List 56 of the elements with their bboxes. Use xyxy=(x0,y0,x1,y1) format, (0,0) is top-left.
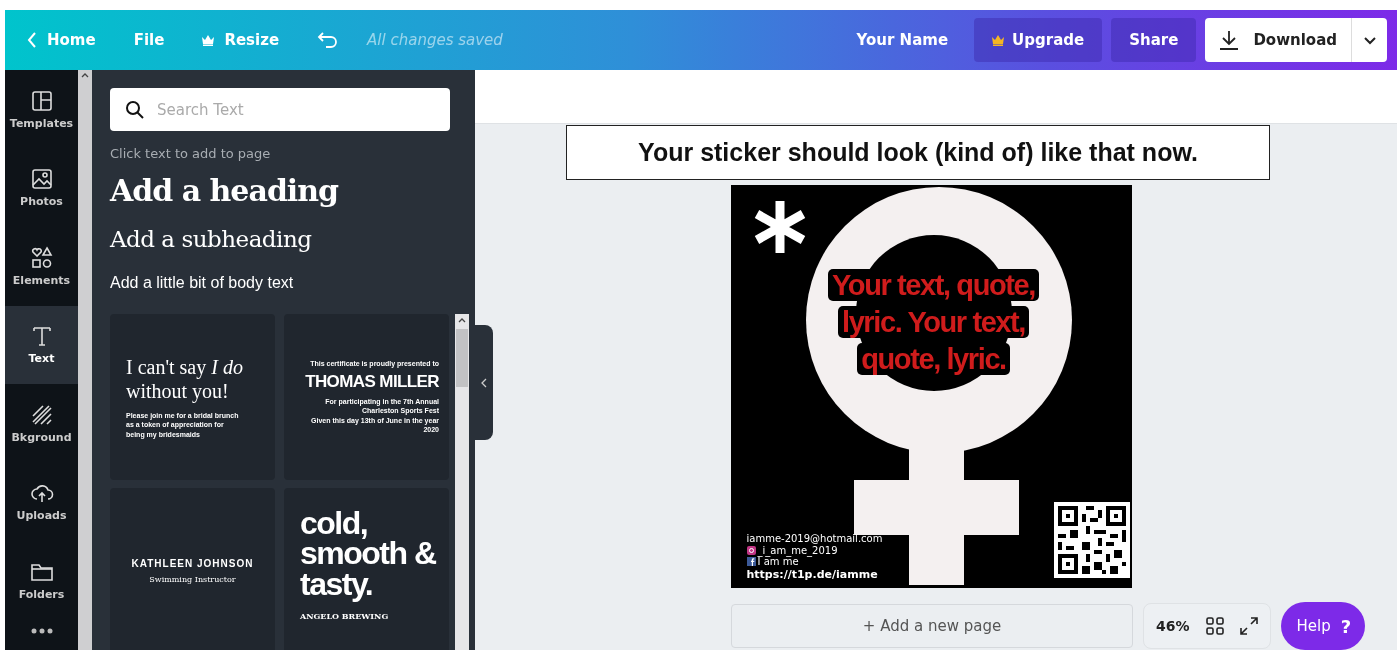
user-name[interactable]: Your Name xyxy=(856,31,949,49)
add-heading-text[interactable]: Add a heading xyxy=(110,173,475,208)
crown-icon xyxy=(202,34,215,46)
caret-up-icon xyxy=(458,318,466,323)
hint-text: Click text to add to page xyxy=(110,146,272,161)
layout-icon xyxy=(29,88,54,113)
search-field[interactable]: Search Text xyxy=(110,88,450,131)
download-icon xyxy=(1219,30,1240,50)
help-button[interactable]: Help ? xyxy=(1280,602,1366,650)
save-status: All changes saved xyxy=(367,31,503,49)
sidebar-item[interactable]: Folders xyxy=(5,541,78,620)
scrollbar-thumb[interactable] xyxy=(456,329,468,387)
shapes-icon xyxy=(29,245,54,270)
caption-text-box[interactable]: Your sticker should look (kind of) like that now. xyxy=(566,125,1270,180)
template-line: ANGELO BREWING xyxy=(300,611,390,622)
upgrade-button[interactable]: Upgrade xyxy=(974,18,1103,62)
download-options-button[interactable] xyxy=(1351,18,1387,62)
chevron-down-icon xyxy=(1363,36,1376,45)
template-title: I can't say I do without you! xyxy=(126,354,244,403)
sticker-design[interactable]: Your text, quote, lyric. Your text, quote, lyric. iamme-2019@hotmail.com _i_am_me_2019 I am me https://t1p.de/iamme xyxy=(730,185,1132,588)
facebook-name: I am me xyxy=(757,556,799,568)
fullscreen-icon[interactable] xyxy=(1239,617,1258,635)
email-text: iamme-2019@hotmail.com xyxy=(746,533,883,545)
text-template-card[interactable]: KATHLEEN JOHNSON Swimming Instructor xyxy=(110,488,275,650)
add-page-button[interactable]: + Add a new page xyxy=(731,604,1133,648)
template-title: cold, smooth & tasty. xyxy=(300,508,437,600)
scrollbar[interactable] xyxy=(455,314,469,650)
add-body-text[interactable]: Add a little bit of body text xyxy=(110,274,475,292)
grid-view-icon[interactable] xyxy=(1205,617,1224,635)
template-line: Swimming Instructor xyxy=(149,575,236,584)
chevron-left-icon xyxy=(27,31,37,49)
text-template-card[interactable]: cold, smooth & tasty. ANGELO BREWING xyxy=(284,488,449,650)
sidebar-item[interactable]: Text xyxy=(5,305,78,384)
sidebar-item[interactable]: Photos xyxy=(5,148,78,227)
caret-up-icon xyxy=(81,73,89,78)
add-subheading-text[interactable]: Add a subheading xyxy=(110,226,475,252)
zoom-level[interactable]: 46% xyxy=(1156,618,1190,634)
sidebar-item[interactable]: Templates xyxy=(5,70,78,149)
instagram-handle: _i_am_me_2019 xyxy=(757,544,838,556)
crown-icon xyxy=(992,34,1005,46)
undo-icon[interactable] xyxy=(317,31,340,49)
more-icon[interactable] xyxy=(30,627,53,634)
instagram-icon xyxy=(746,545,756,555)
url-text: https://t1p.de/iamme xyxy=(746,568,879,580)
image-icon xyxy=(29,167,54,192)
share-button[interactable]: Share xyxy=(1111,18,1197,62)
sidebar-item[interactable]: Uploads xyxy=(5,462,78,541)
template-title: THOMAS MILLER xyxy=(305,372,439,393)
collapse-panel-handle[interactable] xyxy=(475,325,493,440)
facebook-icon xyxy=(746,557,756,567)
chevron-left-icon xyxy=(481,377,487,388)
sidebar-item[interactable]: Elements xyxy=(5,227,78,306)
scrollbar[interactable] xyxy=(78,70,92,650)
template-title: KATHLEEN JOHNSON xyxy=(131,558,254,569)
sidebar-item[interactable]: Bkground xyxy=(5,384,78,463)
download-button[interactable]: Download xyxy=(1205,18,1351,62)
